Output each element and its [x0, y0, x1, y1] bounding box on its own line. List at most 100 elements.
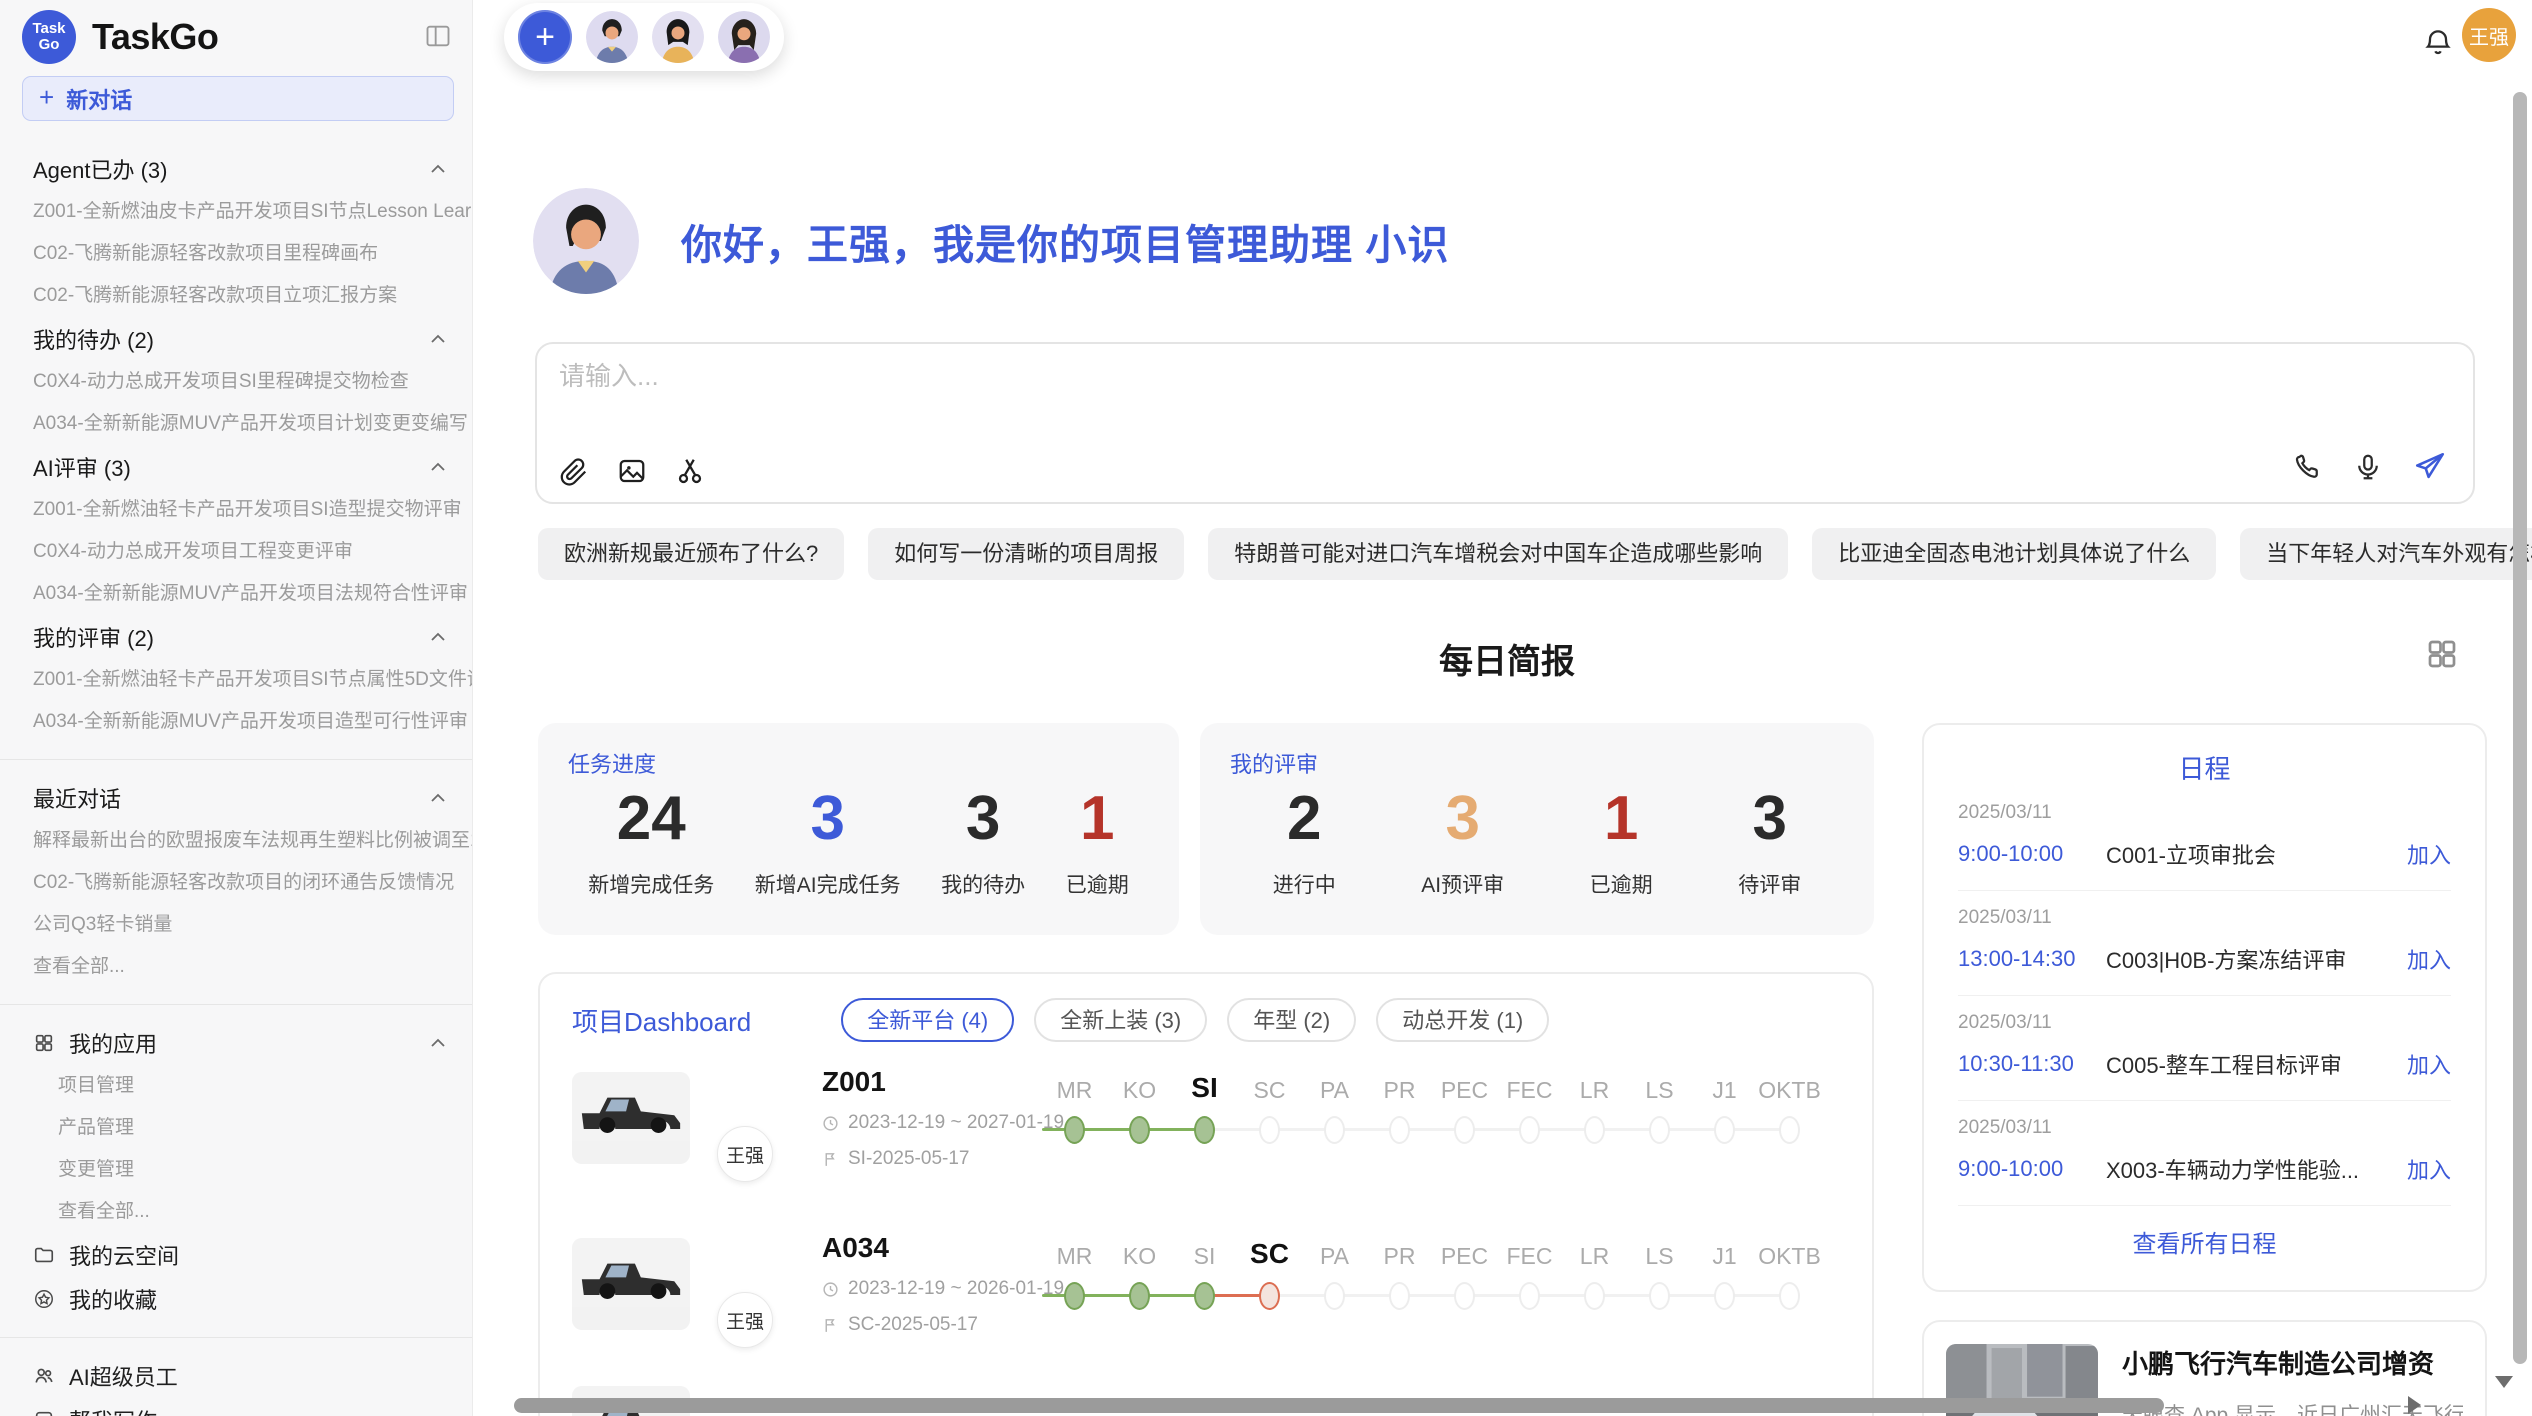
- user-avatar[interactable]: 王强: [2462, 8, 2516, 62]
- milestone-labels: MRKOSISCPAPRPECFECLRLSJ1OKTB: [1042, 1234, 1822, 1270]
- app-item[interactable]: 产品管理: [0, 1107, 472, 1149]
- chat-input[interactable]: [557, 360, 1761, 393]
- filter-chip[interactable]: 年型 (2): [1227, 998, 1356, 1042]
- sidebar-item[interactable]: C02-飞腾新能源轻客改款项目立项汇报方案: [0, 275, 472, 317]
- project-flag: SI-2025-05-17: [848, 1148, 969, 1170]
- help-me-write[interactable]: 帮我写作: [0, 1398, 472, 1416]
- stat-value: 3: [1445, 785, 1479, 853]
- scroll-down-arrow-icon[interactable]: [2495, 1376, 2513, 1388]
- project-info: Z001 2023-12-19 ~ 2027-01-19 SI-2025-05-…: [822, 1066, 1064, 1170]
- sidebar-item[interactable]: Z001-全新燃油轻卡产品开发项目SI节点属性5D文件评审: [0, 659, 472, 701]
- scroll-right-arrow-icon[interactable]: [2408, 1396, 2421, 1414]
- section-header-my-todo[interactable]: 我的待办 (2): [0, 317, 472, 361]
- filter-chip[interactable]: 全新平台 (4): [841, 998, 1014, 1042]
- avatar[interactable]: [586, 11, 638, 63]
- project-row[interactable]: 王强 A034 2023-12-19 ~ 2026-01-19 SC-2025-…: [572, 1230, 1840, 1386]
- add-conversation-button[interactable]: +: [518, 10, 572, 64]
- milestone-dot: [1779, 1116, 1800, 1144]
- milestone-dot: [1129, 1116, 1150, 1144]
- card-title: 任务进度: [568, 747, 1149, 779]
- filter-chip[interactable]: 动总开发 (1): [1376, 998, 1549, 1042]
- avatar[interactable]: [652, 11, 704, 63]
- suggestion-chip[interactable]: 比亚迪全固态电池计划具体说了什么: [1812, 528, 2216, 580]
- sidebar-item[interactable]: A034-全新新能源MUV产品开发项目计划变更变编写: [0, 403, 472, 445]
- recent-chat-item[interactable]: 查看全部...: [0, 946, 472, 988]
- join-link[interactable]: 加入: [2407, 1048, 2451, 1080]
- my-cloud-space[interactable]: 我的云空间: [0, 1233, 472, 1277]
- sidebar-item[interactable]: A034-全新新能源MUV产品开发项目法规符合性评审: [0, 573, 472, 615]
- sidebar-item[interactable]: C0X4-动力总成开发项目SI里程碑提交物检查: [0, 361, 472, 403]
- sidebar-header: Task Go TaskGo: [0, 0, 472, 70]
- flag-icon: [822, 1317, 839, 1334]
- milestone-timeline: MRKOSISCPAPRPECFECLRLSJ1OKTB: [1042, 1068, 1822, 1148]
- task-progress-card: 任务进度 24 新增完成任务 3 新增AI完成任务 3 我的待办: [538, 723, 1179, 935]
- ai-super-staff[interactable]: AI超级员工: [0, 1354, 472, 1398]
- app-item[interactable]: 变更管理: [0, 1149, 472, 1191]
- milestone-label: OKTB: [1757, 1077, 1822, 1104]
- suggestion-chip[interactable]: 欧洲新规最近颁布了什么?: [538, 528, 844, 580]
- sidebar-item[interactable]: A034-全新新能源MUV产品开发项目造型可行性评审: [0, 701, 472, 743]
- scissors-icon[interactable]: [675, 456, 705, 486]
- milestone-label: PEC: [1432, 1243, 1497, 1270]
- milestone-dot: [1064, 1282, 1085, 1310]
- my-review-card: 我的评审 2 进行中 3 AI预评审 1 已逾期 3: [1200, 723, 1874, 935]
- sidebar-item[interactable]: Z001-全新燃油皮卡产品开发项目SI节点Lesson Learn报告: [0, 191, 472, 233]
- schedule-name: C005-整车工程目标评审: [2106, 1048, 2395, 1080]
- milestone-label: PR: [1367, 1243, 1432, 1270]
- stat: 1 已逾期: [1590, 785, 1653, 899]
- app-item[interactable]: 查看全部...: [0, 1191, 472, 1233]
- section-header-agent-done[interactable]: Agent已办 (3): [0, 147, 472, 191]
- section-header-my-review[interactable]: 我的评审 (2): [0, 615, 472, 659]
- stat-value: 3: [810, 785, 844, 853]
- join-link[interactable]: 加入: [2407, 1153, 2451, 1185]
- greeting-row: 你好，王强，我是你的项目管理助理 小识: [533, 188, 1449, 294]
- sidebar-item[interactable]: C02-飞腾新能源轻客改款项目里程碑画布: [0, 233, 472, 275]
- horizontal-scrollbar[interactable]: [514, 1398, 2164, 1413]
- layout-grid-icon[interactable]: [2424, 636, 2460, 672]
- project-code: A034: [822, 1232, 1064, 1264]
- suggestion-chip[interactable]: 当下年轻人对汽车外观有怎样的喜好趋势: [2240, 528, 2532, 580]
- milestone-dot: [1649, 1116, 1670, 1144]
- news-title: 小鹏飞行汽车制造公司增资: [2122, 1344, 2463, 1381]
- notifications-bell-icon[interactable]: [2422, 26, 2454, 58]
- avatar[interactable]: [718, 11, 770, 63]
- stat-value: 2: [1287, 785, 1321, 853]
- schedule-title: 日程: [1958, 749, 2451, 786]
- stat-label: 新增完成任务: [588, 869, 714, 899]
- view-all-schedule-link[interactable]: 查看所有日程: [1958, 1224, 2451, 1259]
- milestone-label: LR: [1562, 1077, 1627, 1104]
- my-apps-header[interactable]: 我的应用: [0, 1021, 472, 1065]
- milestone-label: SI: [1172, 1243, 1237, 1270]
- paperclip-icon[interactable]: [559, 456, 589, 486]
- schedule-date: 2025/03/11: [1958, 1012, 2451, 1034]
- section-header-recent-chats[interactable]: 最近对话: [0, 776, 472, 820]
- sidebar-collapse-icon[interactable]: [424, 22, 452, 50]
- my-favorites[interactable]: 我的收藏: [0, 1277, 472, 1321]
- dashboard-filters: 全新平台 (4) 全新上装 (3) 年型 (2) 动总开发 (1): [841, 998, 1549, 1042]
- suggestion-chip[interactable]: 特朗普可能对进口汽车增税会对中国车企造成哪些影响: [1208, 528, 1788, 580]
- app-item[interactable]: 项目管理: [0, 1065, 472, 1107]
- stat-label: 进行中: [1273, 869, 1336, 899]
- composer-actions: [2293, 450, 2447, 484]
- join-link[interactable]: 加入: [2407, 943, 2451, 975]
- filter-chip[interactable]: 全新上装 (3): [1034, 998, 1207, 1042]
- recent-chat-item[interactable]: 解释最新出台的欧盟报废车法规再生塑料比例被调至15%...: [0, 820, 472, 862]
- clock-icon: [822, 1281, 839, 1298]
- project-row[interactable]: 王强 Z001 2023-12-19 ~ 2027-01-19 SI-2025-…: [572, 1064, 1840, 1220]
- vertical-scrollbar[interactable]: [2513, 92, 2527, 1364]
- microphone-icon[interactable]: [2353, 452, 2383, 482]
- sidebar-item[interactable]: C0X4-动力总成开发项目工程变更评审: [0, 531, 472, 573]
- milestone-label: J1: [1692, 1243, 1757, 1270]
- app-logo: Task Go: [22, 10, 76, 64]
- recent-chat-item[interactable]: 公司Q3轻卡销量: [0, 904, 472, 946]
- sidebar-item[interactable]: Z001-全新燃油轻卡产品开发项目SI造型提交物评审: [0, 489, 472, 531]
- phone-icon[interactable]: [2293, 452, 2323, 482]
- section-header-ai-review[interactable]: AI评审 (3): [0, 445, 472, 489]
- image-icon[interactable]: [617, 456, 647, 486]
- milestone-label: KO: [1107, 1243, 1172, 1270]
- send-icon[interactable]: [2413, 450, 2447, 484]
- suggestion-chip[interactable]: 如何写一份清晰的项目周报: [868, 528, 1184, 580]
- join-link[interactable]: 加入: [2407, 838, 2451, 870]
- recent-chat-item[interactable]: C02-飞腾新能源轻客改款项目的闭环通告反馈情况: [0, 862, 472, 904]
- new-chat-button[interactable]: + 新对话: [22, 76, 454, 121]
